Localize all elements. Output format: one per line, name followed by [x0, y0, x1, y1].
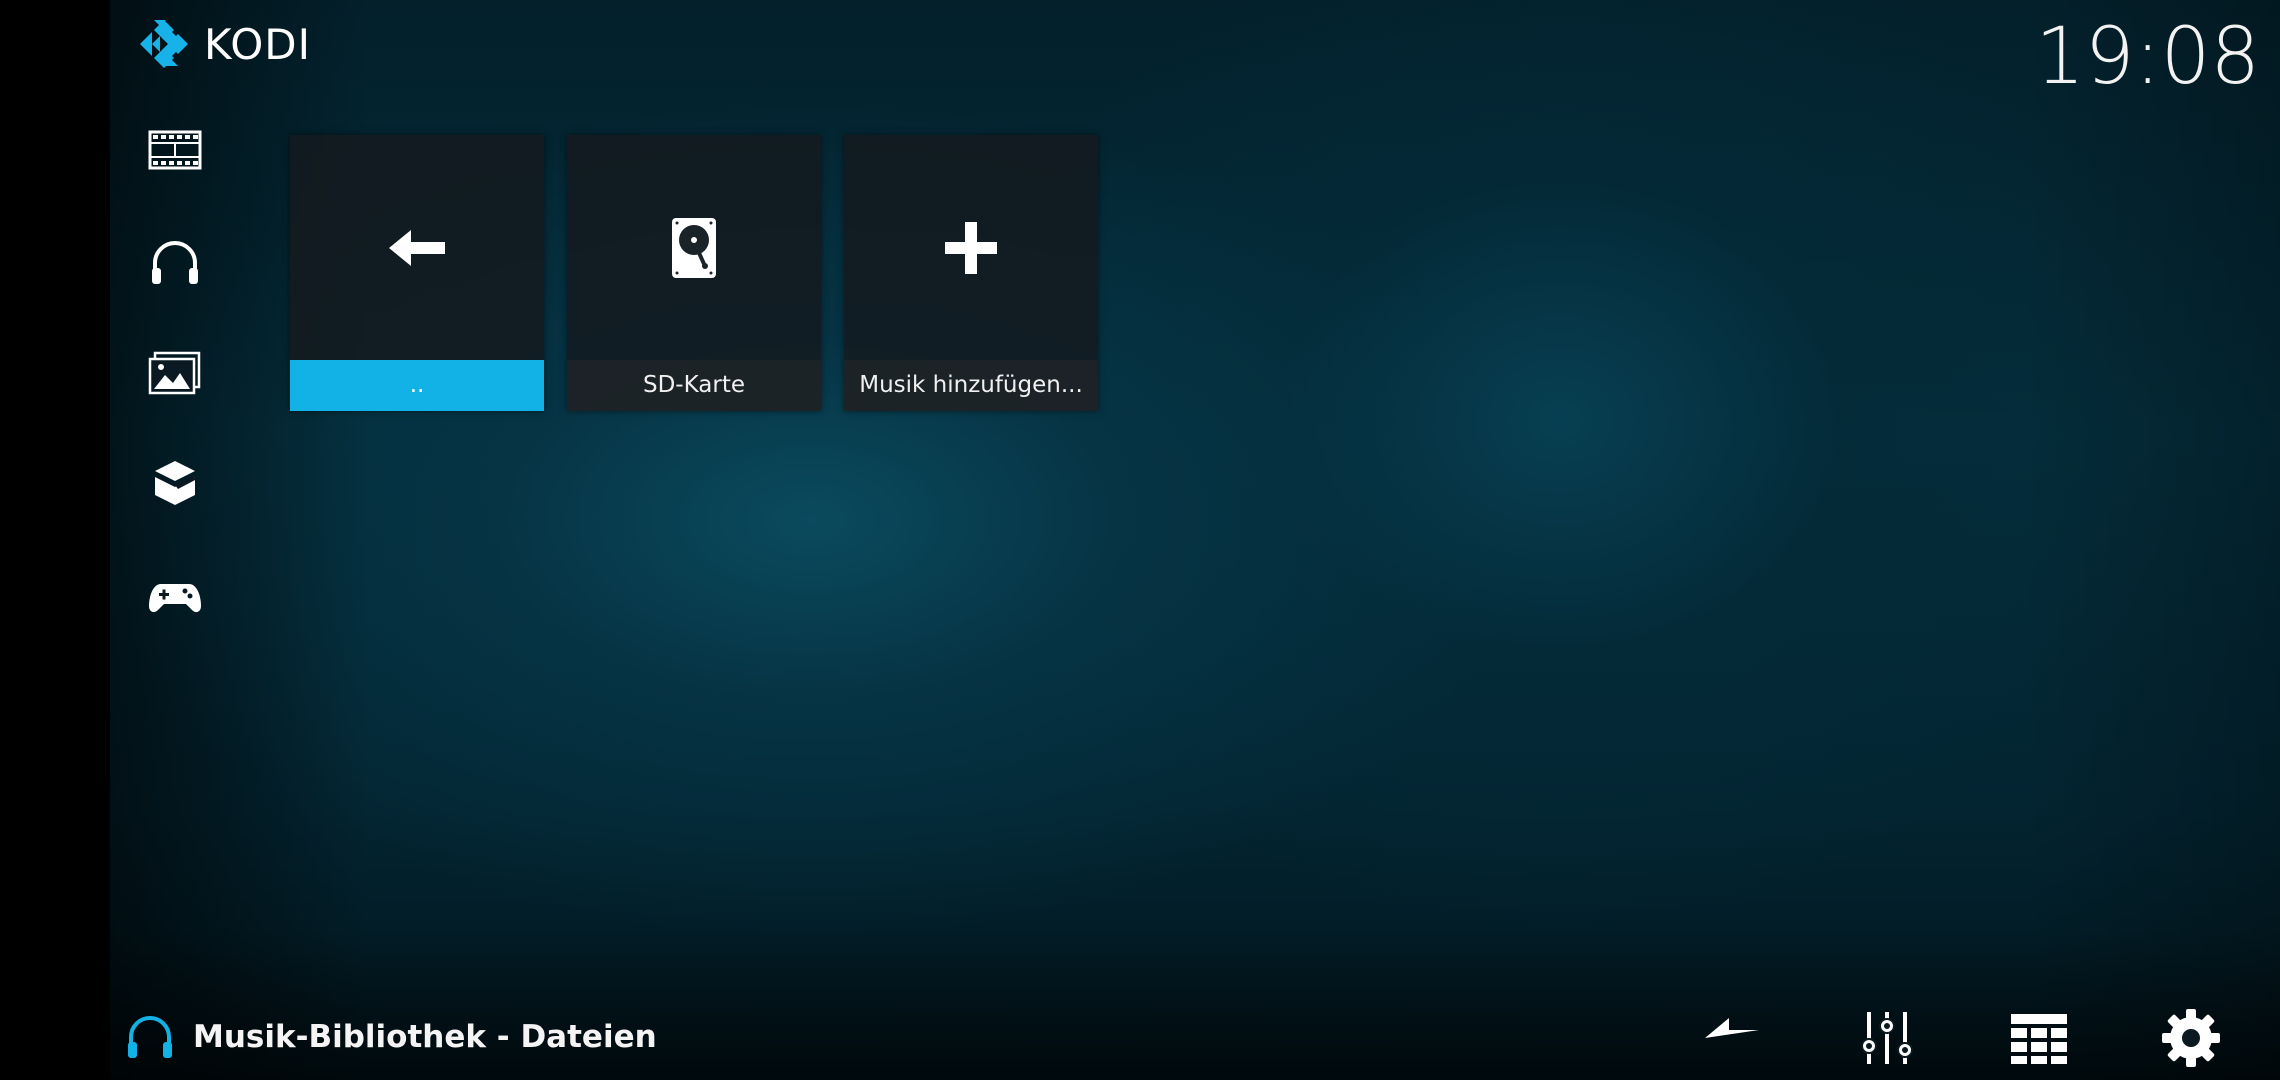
grid-view-icon: [2011, 1014, 2067, 1064]
view-button[interactable]: [2004, 1005, 2074, 1071]
plus-icon: [945, 221, 997, 274]
tile-label: ..: [290, 360, 544, 411]
back-button[interactable]: [1700, 1005, 1770, 1071]
back-arrow-icon: [389, 229, 445, 266]
options-button[interactable]: [1852, 1005, 1922, 1071]
pictures-icon: [148, 351, 201, 395]
sidebar-item-games[interactable]: [140, 561, 210, 631]
addon-box-icon: [155, 461, 197, 505]
clock: 19:08: [2035, 12, 2260, 102]
tile-label: SD-Karte: [567, 360, 821, 411]
kodi-logo-text: KODI: [204, 19, 312, 69]
tile-sd-card[interactable]: SD-Karte: [567, 135, 821, 411]
film-strip-icon: [148, 130, 202, 170]
gamepad-icon: [149, 584, 201, 613]
settings-button[interactable]: [2156, 1005, 2226, 1071]
hard-drive-icon: [672, 217, 716, 278]
sidebar-item-movies[interactable]: [140, 115, 210, 185]
kodi-logo[interactable]: KODI: [138, 18, 311, 70]
headphones-icon: [152, 241, 198, 284]
gear-icon: [2162, 1009, 2220, 1067]
sliders-icon: [1861, 1012, 1913, 1064]
footer-breadcrumb: Musik-Bibliothek - Dateien: [125, 1012, 657, 1062]
tile-label: Musik hinzufügen...: [844, 360, 1098, 411]
back-arrow-icon: [1705, 1018, 1759, 1038]
kodi-screen: KODI 19:08 .. SD-Karte Musik hinzufügen.…: [0, 0, 2280, 1080]
sidebar-item-pictures[interactable]: [140, 338, 210, 408]
headphones-icon: [128, 1016, 172, 1058]
tile-add-music[interactable]: Musik hinzufügen...: [844, 135, 1098, 411]
sidebar-item-addons[interactable]: [140, 448, 210, 518]
page-title: Musik-Bibliothek - Dateien: [193, 1019, 657, 1055]
kodi-logo-icon: [140, 20, 188, 68]
tile-parent-folder[interactable]: ..: [290, 135, 544, 411]
sidebar-item-music[interactable]: [140, 228, 210, 298]
